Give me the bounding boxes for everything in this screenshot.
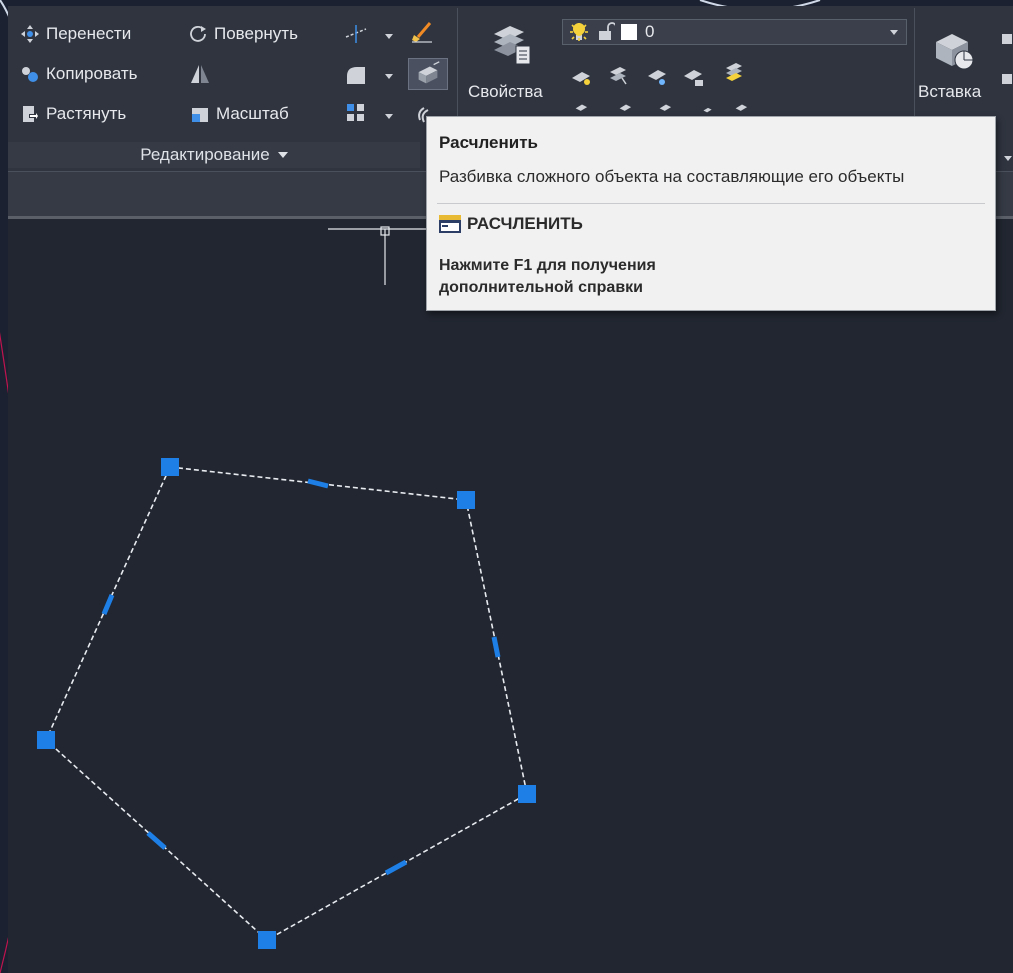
move-button[interactable]: Перенести: [20, 24, 131, 44]
tooltip-command-name: РАСЧЛЕНИТЬ: [467, 214, 583, 233]
stretch-button[interactable]: Растянуть: [20, 104, 126, 124]
modify-panel-label: Редактирование: [140, 145, 270, 164]
array-dropdown-arrow[interactable]: [385, 114, 393, 119]
explode-icon: [409, 59, 447, 89]
vertex-grip[interactable]: [518, 785, 536, 803]
block-tool-button[interactable]: [1000, 68, 1012, 90]
explode-button[interactable]: [408, 58, 448, 90]
layer-match-icon: [570, 102, 594, 116]
array-icon: [344, 102, 368, 124]
mirror-button[interactable]: [188, 63, 212, 85]
layer-tool-button[interactable]: [646, 66, 670, 88]
block-create-icon: [1000, 28, 1012, 50]
layer-tool-button[interactable]: [570, 102, 594, 116]
stretch-label: Растянуть: [46, 104, 127, 123]
tooltip-divider: [437, 203, 985, 204]
move-icon: [20, 24, 40, 44]
array-button[interactable]: [344, 102, 368, 124]
vertex-grip[interactable]: [457, 491, 475, 509]
layer-tool-button[interactable]: [654, 102, 678, 116]
insert-button[interactable]: Вставка: [918, 82, 981, 102]
scale-button[interactable]: Масштаб: [190, 104, 289, 124]
layer-previous-icon: [614, 102, 638, 116]
trim-dropdown-arrow[interactable]: [385, 34, 393, 39]
layer-states-icon: [722, 62, 746, 84]
modify-panel-title[interactable]: Редактирование: [8, 142, 420, 168]
layer-tool-button[interactable]: [730, 102, 754, 116]
layer-tool-button[interactable]: [722, 62, 746, 84]
insert-label: Вставка: [918, 82, 982, 101]
layer-tool-icon: [696, 106, 720, 116]
chevron-down-icon: [277, 152, 288, 158]
properties-button[interactable]: Свойства: [468, 82, 543, 102]
mirror-icon: [188, 63, 212, 85]
scale-label: Масштаб: [216, 104, 289, 123]
erase-button[interactable]: [410, 21, 434, 43]
layer-freeze-icon: [646, 66, 670, 88]
scale-icon: [190, 104, 210, 124]
chevron-down-icon: [890, 30, 898, 35]
insert-block-icon: [930, 26, 978, 72]
layer-tool-button[interactable]: [570, 66, 594, 88]
unlock-icon: [595, 22, 615, 42]
rotate-button[interactable]: Повернуть: [188, 24, 298, 44]
layer-isolate-icon: [606, 64, 630, 86]
copy-label: Копировать: [46, 64, 138, 83]
layer-merge-icon: [730, 102, 754, 116]
layer-walk-icon: [654, 102, 678, 116]
tooltip-help-line: Нажмите F1 для получения: [439, 257, 656, 274]
color-swatch: [621, 24, 637, 40]
copy-button[interactable]: Копировать: [20, 64, 138, 84]
layer-lock-icon: [682, 66, 706, 88]
fillet-button[interactable]: [344, 64, 368, 86]
properties-label: Свойства: [468, 82, 543, 101]
layer-tool-button[interactable]: [682, 66, 706, 88]
fillet-dropdown-arrow[interactable]: [385, 74, 393, 79]
copy-icon: [20, 64, 40, 84]
drawing-canvas[interactable]: [8, 219, 1013, 973]
insert-panel-chevron[interactable]: [1004, 156, 1012, 161]
stretch-icon: [20, 104, 40, 124]
explode-tooltip: Расчленить Разбивка сложного объекта на …: [426, 116, 996, 311]
erase-icon: [410, 21, 434, 43]
vertex-grip[interactable]: [161, 458, 179, 476]
rotate-label: Повернуть: [214, 24, 298, 43]
trim-button[interactable]: [344, 23, 368, 45]
properties-icon: [490, 20, 534, 68]
sun-icon: [569, 22, 589, 42]
tooltip-command: РАСЧЛЕНИТЬ: [439, 214, 583, 234]
rotate-icon: [188, 24, 208, 44]
tooltip-help-line: дополнительной справки: [439, 279, 643, 296]
layer-off-icon: [570, 66, 594, 88]
vertex-grip[interactable]: [258, 931, 276, 949]
vertex-grip[interactable]: [37, 731, 55, 749]
layer-tool-button[interactable]: [614, 102, 638, 116]
command-line-icon: [439, 215, 461, 233]
move-label: Перенести: [46, 24, 132, 43]
tooltip-help: Нажмите F1 для получения дополнительной …: [439, 255, 759, 299]
layer-value: 0: [645, 22, 655, 41]
block-tool-button[interactable]: [1000, 28, 1012, 50]
block-edit-icon: [1000, 68, 1012, 90]
layer-tool-button[interactable]: [696, 106, 720, 116]
tooltip-title: Расчленить: [439, 133, 538, 152]
layer-tool-button[interactable]: [606, 64, 630, 86]
layer-dropdown[interactable]: 0: [562, 19, 907, 45]
trim-icon: [344, 23, 368, 45]
fillet-icon: [344, 64, 368, 86]
tooltip-description: Разбивка сложного объекта на составляющи…: [439, 167, 905, 186]
